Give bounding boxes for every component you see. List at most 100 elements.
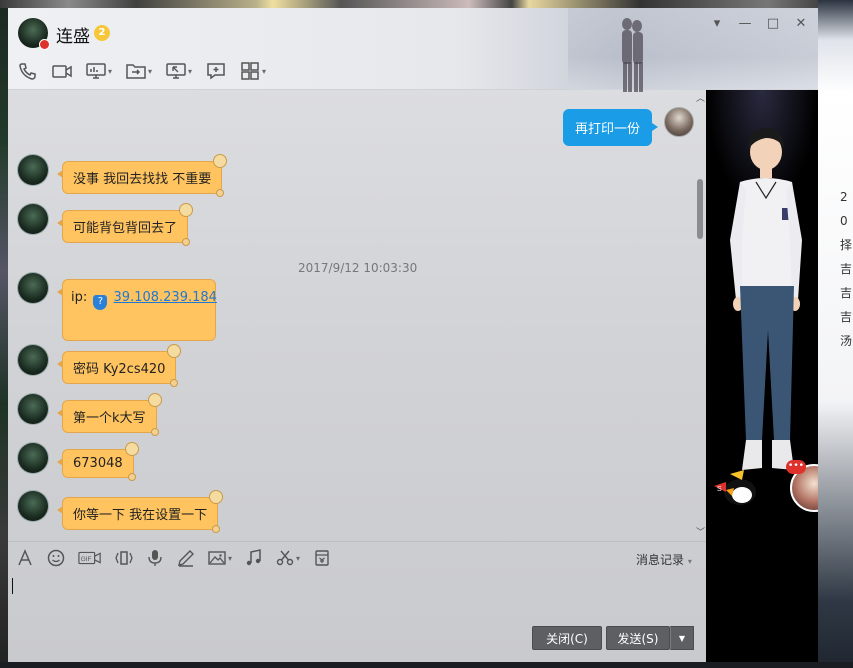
- shake-button[interactable]: [115, 549, 133, 567]
- ip-link[interactable]: 39.108.239.184: [114, 290, 217, 305]
- qq-penguin-pet-icon[interactable]: S: [712, 468, 762, 508]
- chevron-down-icon: ▾: [148, 66, 153, 76]
- music-icon: [246, 549, 261, 566]
- sender-avatar[interactable]: [18, 394, 48, 424]
- red-packet-button[interactable]: [313, 549, 331, 567]
- desktop-window-text: 2 0 择 吉 吉 吉 汤: [840, 190, 853, 348]
- emoji-button[interactable]: [47, 549, 65, 567]
- gif-button[interactable]: GIF: [78, 549, 102, 567]
- message-text: 你等一下 我在设置一下: [73, 508, 208, 523]
- message-incoming: 673048: [18, 442, 139, 481]
- sender-avatar[interactable]: [18, 491, 48, 521]
- bubble-pet-icon: [213, 154, 228, 168]
- sender-avatar[interactable]: [18, 345, 48, 375]
- message-incoming: 密码 Ky2cs420: [18, 344, 182, 387]
- incoming-bubble[interactable]: ip: ? 39.108.239.184: [57, 279, 217, 341]
- sender-avatar[interactable]: [18, 155, 48, 185]
- handwriting-button[interactable]: [177, 549, 195, 567]
- apps-button[interactable]: ▾: [240, 62, 266, 80]
- svg-text:S: S: [717, 486, 722, 493]
- message-history-link[interactable]: 消息记录 ▾: [636, 551, 692, 568]
- svg-text:GIF: GIF: [81, 556, 92, 563]
- incoming-bubble[interactable]: 第一个k大写: [57, 393, 162, 436]
- chevron-down-icon: ▾: [687, 557, 692, 566]
- chat-window: 连盛 2 ▾ — □ ✕ ▾ ▾ ▾ ▾ 再打印一份 没事 我回去找找 不重要 …: [8, 8, 818, 662]
- voice-call-button[interactable]: [18, 62, 38, 80]
- video-call-button[interactable]: [52, 62, 72, 80]
- bubble-tail-icon: [150, 428, 159, 436]
- close-button[interactable]: 关闭(C): [532, 626, 602, 650]
- maximize-button[interactable]: □: [766, 16, 780, 31]
- chevron-down-icon: ▾: [108, 66, 113, 76]
- busy-status-icon: [39, 39, 50, 50]
- sender-avatar[interactable]: [18, 273, 48, 303]
- message-incoming: 没事 我回去找找 不重要: [18, 154, 228, 197]
- image-button[interactable]: ▾: [208, 549, 232, 567]
- message-incoming: 你等一下 我在设置一下: [18, 490, 224, 533]
- incoming-bubble[interactable]: 可能背包背回去了: [56, 203, 194, 246]
- apps-icon: [241, 62, 259, 80]
- screenshot-button[interactable]: ▾: [276, 549, 300, 567]
- incoming-bubble[interactable]: 密码 Ky2cs420: [56, 344, 182, 387]
- bubble-pet-icon: [124, 442, 139, 456]
- text-cursor: [12, 578, 13, 594]
- contact-name[interactable]: 连盛: [56, 22, 90, 47]
- add-chat-button[interactable]: [206, 62, 226, 80]
- minimize-button[interactable]: —: [738, 16, 752, 31]
- music-button[interactable]: [245, 549, 263, 567]
- incoming-bubble[interactable]: 没事 我回去找找 不重要: [56, 154, 228, 197]
- font-button[interactable]: [16, 549, 34, 567]
- incoming-bubble[interactable]: 673048: [57, 442, 139, 481]
- shake-icon: [115, 551, 133, 565]
- scissors-icon: [276, 550, 294, 566]
- sender-avatar[interactable]: [18, 443, 48, 473]
- close-window-button[interactable]: ✕: [794, 16, 808, 31]
- scroll-down-icon[interactable]: ﹀: [696, 525, 705, 538]
- my-avatar[interactable]: [664, 107, 694, 137]
- message-list[interactable]: 再打印一份 没事 我回去找找 不重要 可能背包背回去了 2017/9/12 10…: [8, 91, 706, 541]
- microphone-icon: [148, 550, 162, 566]
- emoji-icon: [47, 549, 65, 567]
- message-incoming: 第一个k大写: [18, 393, 162, 436]
- voice-message-button[interactable]: [146, 549, 164, 567]
- add-chat-icon: [207, 63, 225, 80]
- message-incoming: ip: ? 39.108.239.184: [18, 273, 217, 341]
- bubble-pet-icon: [147, 393, 162, 407]
- contact-avatar[interactable]: [18, 18, 50, 50]
- bubble-tail-icon: [170, 379, 179, 387]
- message-incoming: 可能背包背回去了: [18, 203, 194, 246]
- chevron-down-icon: ▾: [228, 553, 233, 563]
- scroll-up-icon[interactable]: ︿: [696, 91, 705, 104]
- message-text: 没事 我回去找找 不重要: [73, 172, 212, 187]
- desktop-background-left: [0, 8, 8, 668]
- phone-icon: [19, 63, 36, 80]
- bubble-tail-icon: [127, 473, 136, 481]
- send-button[interactable]: 发送(S): [606, 626, 670, 650]
- bubble-pet-icon: [167, 344, 182, 358]
- chat-header: 连盛 2 ▾ — □ ✕ ▾ ▾ ▾ ▾: [8, 8, 818, 92]
- file-transfer-button[interactable]: ▾: [126, 62, 152, 80]
- message-text: 密码 Ky2cs420: [73, 362, 166, 377]
- header-toolbar: ▾ ▾ ▾ ▾: [18, 60, 280, 82]
- video-icon: [52, 65, 72, 78]
- message-scrollbar[interactable]: ︿ ﹀: [694, 91, 706, 541]
- bubble-tail-icon: [216, 189, 225, 197]
- gif-icon: GIF: [78, 551, 101, 565]
- vip-badge-icon[interactable]: 2: [94, 25, 110, 41]
- remote-assist-button[interactable]: ▾: [166, 62, 192, 80]
- chat-bubble-icon: •••: [786, 460, 806, 474]
- avatar-show-character-image: [730, 128, 802, 470]
- send-options-dropdown[interactable]: ▼: [670, 626, 694, 650]
- file-transfer-icon: [126, 64, 146, 79]
- screen-share-button[interactable]: ▾: [86, 62, 112, 80]
- sender-avatar[interactable]: [18, 204, 48, 234]
- menu-caret-icon[interactable]: ▾: [710, 16, 724, 31]
- message-outgoing: 再打印一份: [562, 107, 694, 146]
- message-input[interactable]: [12, 574, 702, 620]
- outgoing-bubble[interactable]: 再打印一份: [562, 109, 659, 146]
- screen-share-icon: [86, 63, 106, 79]
- input-divider: [8, 541, 706, 542]
- scroll-thumb[interactable]: [697, 179, 703, 239]
- message-text: 可能背包背回去了: [73, 221, 178, 236]
- incoming-bubble[interactable]: 你等一下 我在设置一下: [56, 490, 224, 533]
